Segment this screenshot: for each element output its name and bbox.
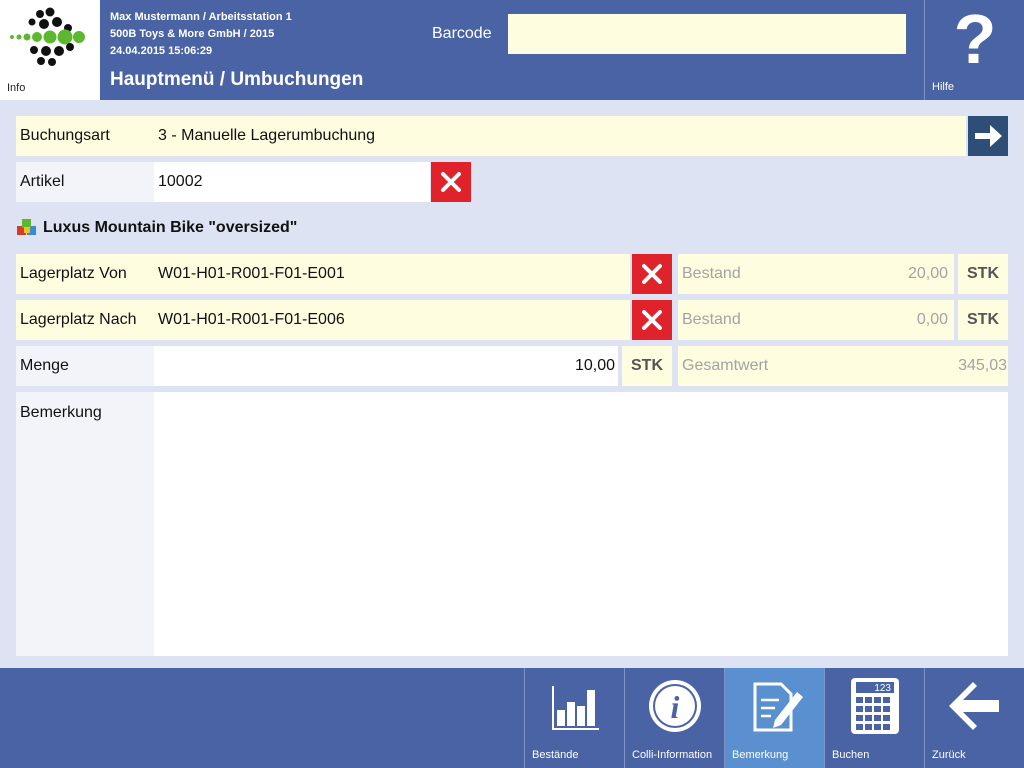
lagerplatz-von-field[interactable]: W01-H01-R001-F01-E001 [154, 254, 630, 294]
footer-toolbar: Bestände i Colli-Information Bemerkung 1… [0, 668, 1024, 768]
artikel-label: Artikel [16, 162, 154, 202]
buchen-label: Buchen [832, 749, 870, 761]
bestand-von-unit: STK [958, 254, 1008, 294]
bestand-von-label: Bestand [678, 254, 818, 294]
product-name: Luxus Mountain Bike "oversized" [43, 219, 298, 236]
bemerkung-label: Bemerkung [20, 404, 102, 421]
lagerplatz-nach-label: Lagerplatz Nach [16, 300, 154, 340]
calculator-display: 123 [874, 683, 891, 694]
bestand-nach-unit: STK [958, 300, 1008, 340]
barcode-label: Barcode [432, 25, 492, 42]
bestaende-button[interactable]: Bestände [524, 668, 624, 768]
close-icon [441, 172, 461, 192]
session-timestamp: 24.04.2015 15:06:29 [110, 45, 213, 57]
menge-unit: STK [622, 346, 672, 386]
bemerkung-label-cell: Bemerkung [16, 392, 154, 656]
next-button[interactable] [968, 116, 1008, 156]
colli-information-button[interactable]: i Colli-Information [624, 668, 724, 768]
help-icon: ? [953, 0, 997, 78]
note-pencil-icon [753, 682, 803, 732]
buchen-button[interactable]: 123 Buchen [824, 668, 924, 768]
bemerkung-footer-label: Bemerkung [732, 749, 789, 761]
lagerplatz-nach-field[interactable]: W01-H01-R001-F01-E006 [154, 300, 630, 340]
barcode-input[interactable] [508, 14, 906, 54]
bar-chart-icon [552, 686, 599, 730]
bestand-nach-value: 0,00 [818, 300, 954, 340]
clear-lagerplatz-nach-button[interactable] [632, 300, 672, 340]
page-title: Hauptmenü / Umbuchungen [110, 69, 364, 90]
zurueck-label: Zurück [932, 749, 966, 761]
product-cubes-icon [17, 219, 36, 235]
clear-artikel-button[interactable] [431, 162, 471, 202]
buchungsart-label: Buchungsart [16, 116, 154, 156]
product-title: Luxus Mountain Bike "oversized" [16, 218, 297, 238]
back-arrow-icon [949, 682, 999, 730]
bestaende-label: Bestände [532, 749, 579, 761]
session-user: Max Mustermann / Arbeitsstation 1 [110, 11, 292, 23]
calculator-icon: 123 [851, 678, 899, 734]
close-icon [642, 310, 662, 330]
company-logo-icon [10, 7, 85, 66]
info-label: Info [7, 82, 26, 94]
zurueck-button[interactable]: Zurück [924, 668, 1024, 768]
clear-lagerplatz-von-button[interactable] [632, 254, 672, 294]
gesamtwert-value: 345,03 [818, 346, 1008, 386]
gesamtwert-label: Gesamtwert [678, 346, 818, 386]
header-bar: Info Max Mustermann / Arbeitsstation 1 5… [0, 0, 1024, 100]
bemerkung-textarea[interactable] [154, 392, 1008, 656]
bestand-nach-label: Bestand [678, 300, 818, 340]
artikel-input[interactable]: 10002 [154, 162, 430, 202]
bemerkung-button[interactable]: Bemerkung [724, 668, 824, 768]
info-button[interactable]: Info [0, 0, 100, 100]
lagerplatz-von-label: Lagerplatz Von [16, 254, 154, 294]
close-icon [642, 264, 662, 284]
svg-text:i: i [671, 689, 680, 725]
arrow-right-icon [975, 125, 1002, 147]
buchungsart-field[interactable]: 3 - Manuelle Lagerumbuchung [154, 116, 966, 156]
colli-information-label: Colli-Information [632, 749, 713, 761]
session-company: 500B Toys & More GmbH / 2015 [110, 28, 275, 40]
help-button[interactable]: ? Hilfe [924, 0, 1024, 100]
info-circle-icon: i [649, 680, 701, 732]
menge-label: Menge [16, 346, 154, 386]
session-info: Max Mustermann / Arbeitsstation 1 500B T… [110, 9, 292, 60]
bestand-von-value: 20,00 [818, 254, 954, 294]
help-label: Hilfe [932, 81, 955, 93]
menge-input[interactable]: 10,00 [154, 346, 618, 386]
